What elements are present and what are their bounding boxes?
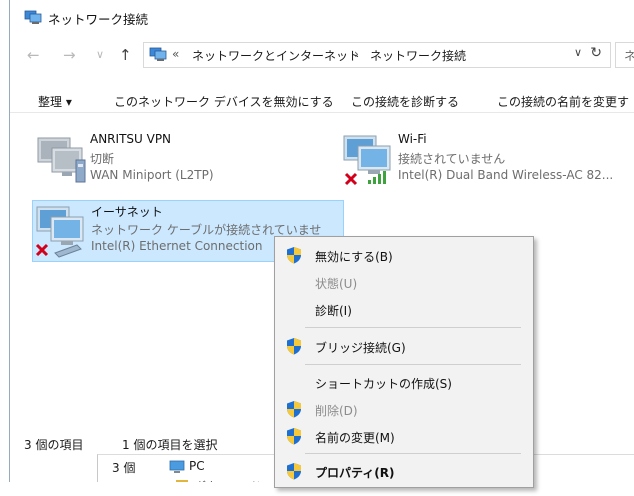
uac-shield-icon	[286, 462, 302, 480]
uac-shield-icon	[286, 427, 302, 445]
window-title: ネットワーク接続	[48, 12, 149, 27]
menu-item-status[interactable]: 状態(U)	[275, 270, 533, 294]
connection-device: WAN Miniport (L2TP)	[90, 168, 214, 182]
menu-item-rename[interactable]: 名前の変更(M)	[275, 424, 533, 448]
selection-count: 1 個の項目を選択	[122, 438, 218, 452]
menu-item-delete[interactable]: 削除(D)	[275, 397, 533, 421]
pc-icon	[169, 460, 185, 473]
uac-shield-icon	[286, 246, 302, 264]
menu-item-create-shortcut[interactable]: ショートカットの作成(S)	[275, 370, 533, 394]
menu-separator	[305, 453, 521, 454]
menu-separator	[305, 364, 521, 365]
menu-item-properties[interactable]: プロパティ(R)	[275, 459, 533, 483]
menu-item-disable[interactable]: 無効にする(B)	[275, 243, 533, 267]
address-bar[interactable]: « ネットワークとインターネット › ネットワーク接続 ∨ ↻	[143, 42, 611, 68]
vpn-monitors-icon	[37, 137, 86, 183]
network-connections-icon	[24, 9, 42, 25]
connection-status: 切断	[90, 152, 115, 166]
recent-locations-button[interactable]: ∨	[96, 48, 104, 61]
breadcrumb-overflow[interactable]: «	[172, 47, 179, 61]
menu-item-label: 名前の変更(M)	[315, 431, 395, 445]
menu-item-bridge[interactable]: ブリッジ接続(G)	[275, 334, 533, 358]
menu-item-label: ブリッジ接続(G)	[315, 341, 406, 355]
connection-device: Intel(R) Dual Band Wireless-AC 82...	[398, 168, 614, 182]
command-bar: 整理 ▾ このネットワーク デバイスを無効にする この接続を診断する この接続の…	[10, 74, 634, 113]
connection-name: Wi-Fi	[398, 132, 427, 146]
connection-name: ANRITSU VPN	[90, 132, 172, 146]
rename-button[interactable]: この接続の名前を変更す	[497, 93, 629, 110]
wifi-adapter-icon	[343, 135, 391, 186]
connection-device: Intel(R) Ethernet Connection	[91, 239, 263, 253]
search-box[interactable]: ネ	[615, 42, 634, 68]
menu-item-label: ショートカットの作成(S)	[315, 377, 452, 391]
connection-name: イーサネット	[91, 205, 163, 219]
address-dropdown-button[interactable]: ∨	[574, 46, 582, 59]
search-placeholder: ネ	[624, 47, 634, 64]
ethernet-adapter-icon	[35, 206, 84, 258]
title-bar: ネットワーク接続	[10, 0, 634, 36]
connection-status: 接続されていません	[398, 152, 506, 166]
refresh-button[interactable]: ↻	[590, 45, 602, 61]
menu-item-label: 状態(U)	[315, 277, 358, 291]
menu-item-label: プロパティ(R)	[315, 466, 395, 480]
network-connections-icon	[149, 46, 167, 62]
organize-button[interactable]: 整理 ▾	[38, 93, 72, 110]
menu-separator	[305, 327, 521, 328]
connection-item-wifi[interactable]: Wi-Fi 接続されていません Intel(R) Dual Band Wirel…	[340, 130, 634, 190]
breadcrumb-network-connections[interactable]: ネットワーク接続	[370, 47, 466, 64]
menu-item-label: 無効にする(B)	[315, 250, 393, 264]
diagnose-button[interactable]: この接続を診断する	[351, 93, 459, 110]
uac-shield-icon	[286, 337, 302, 355]
breadcrumb-separator[interactable]: ›	[354, 47, 359, 61]
forward-button[interactable]: →	[63, 46, 76, 64]
connection-item-vpn[interactable]: ANRITSU VPN 切断 WAN Miniport (L2TP)	[32, 130, 332, 190]
nav-pc[interactable]: PC	[189, 459, 205, 473]
disable-device-button[interactable]: このネットワーク デバイスを無効にする	[114, 93, 334, 110]
item-count: 3 個の項目	[24, 438, 84, 452]
context-menu: 無効にする(B) 状態(U) 診断(I) ブリッジ接続(G) ショートカットの作…	[274, 236, 534, 488]
breadcrumb-network-internet[interactable]: ネットワークとインターネット	[192, 47, 360, 64]
menu-item-label: 削除(D)	[315, 404, 358, 418]
back-button[interactable]: ←	[27, 46, 40, 64]
up-button[interactable]: ↑	[119, 46, 132, 64]
background-item-count: 3 個	[112, 461, 136, 475]
address-row: ← → ∨ ↑ « ネットワークとインターネット › ネットワーク接続 ∨ ↻ …	[10, 36, 634, 74]
menu-item-diagnose[interactable]: 診断(I)	[275, 297, 533, 321]
menu-item-label: 診断(I)	[315, 304, 352, 318]
uac-shield-icon	[286, 400, 302, 418]
